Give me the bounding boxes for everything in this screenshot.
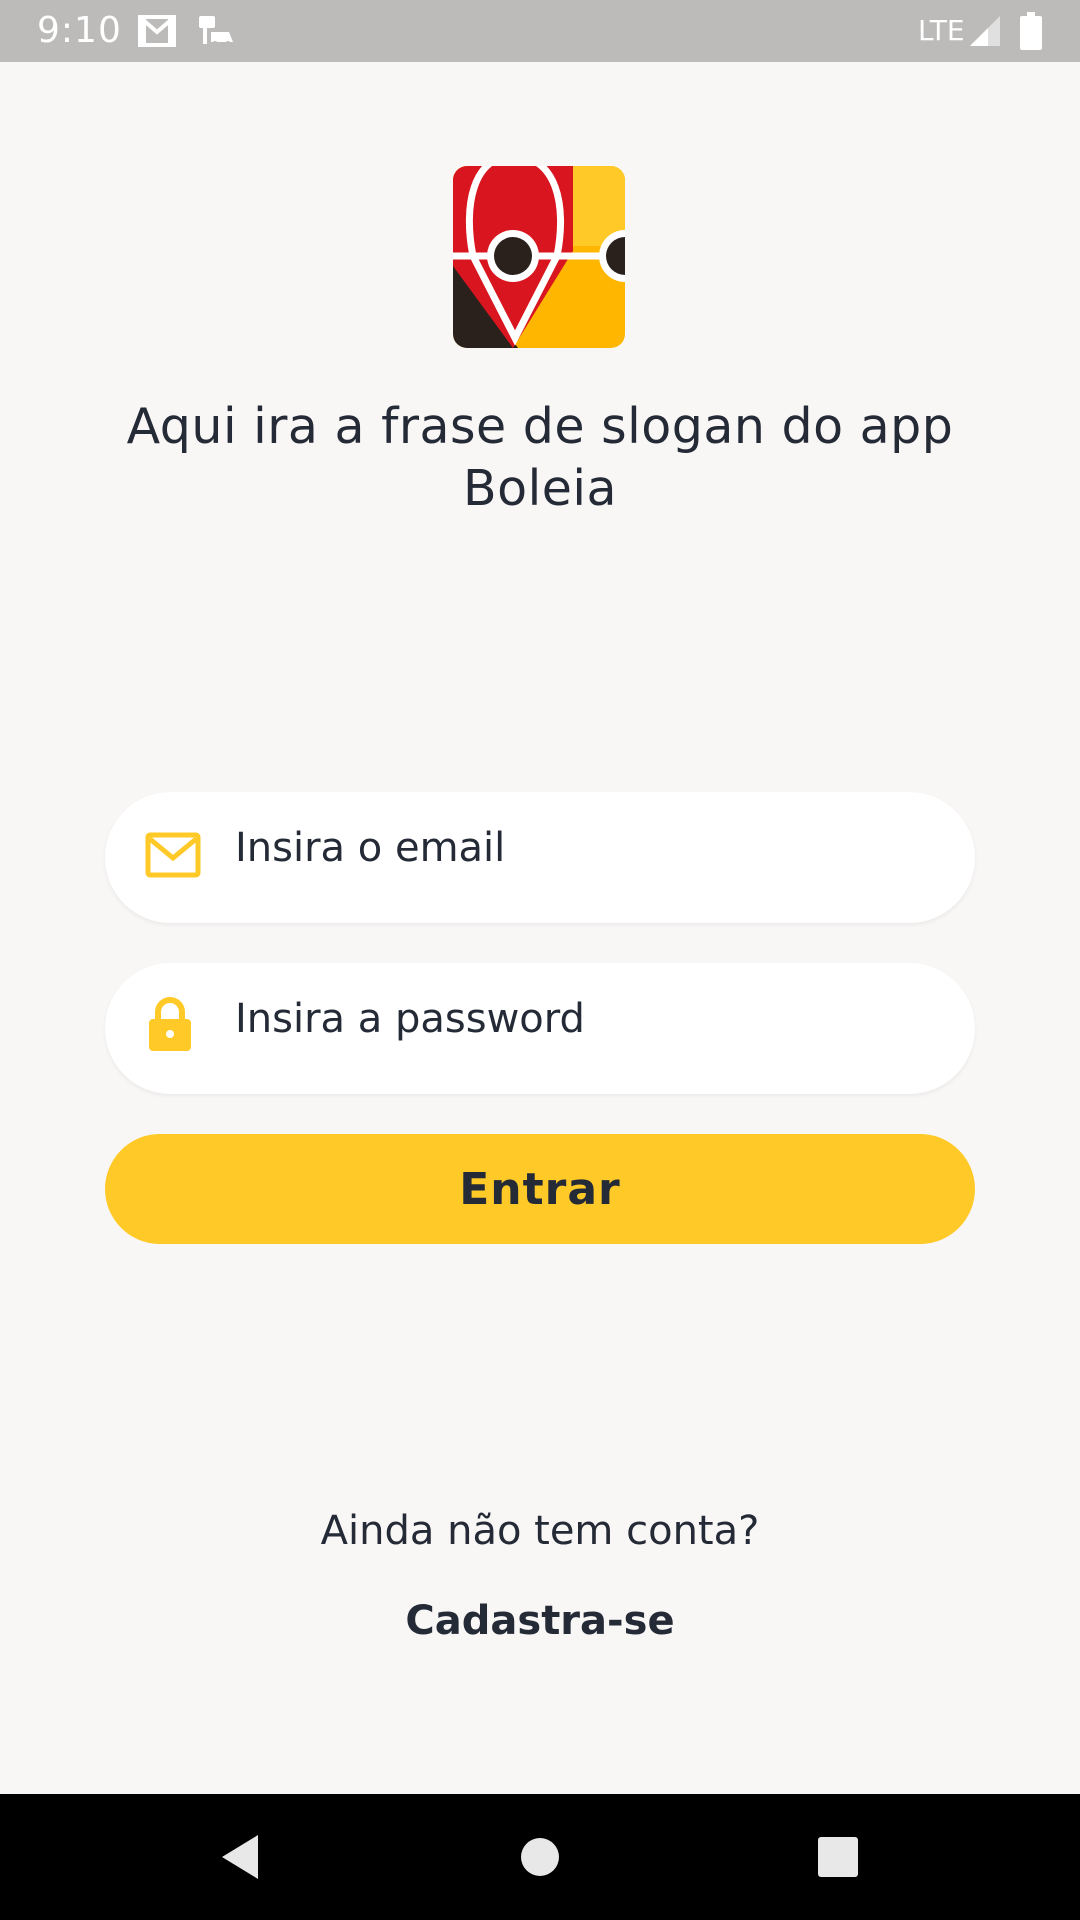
email-input[interactable] — [235, 792, 935, 923]
navigation-bar — [0, 1794, 1080, 1920]
status-bar: 9:10 LTE — [0, 0, 1080, 62]
recents-icon[interactable] — [808, 1827, 868, 1887]
email-field-container[interactable] — [105, 792, 975, 923]
signup-link[interactable]: Cadastra-se — [0, 1598, 1080, 1644]
home-icon[interactable] — [510, 1827, 570, 1887]
status-time: 9:10 — [37, 10, 122, 51]
lock-icon — [145, 997, 205, 1057]
password-input[interactable] — [235, 963, 935, 1094]
app-logo — [453, 166, 625, 348]
password-field-container[interactable] — [105, 963, 975, 1094]
app-slogan: Aqui ira a frase de slogan do app Boleia — [126, 398, 954, 517]
car-notification-icon — [197, 14, 235, 52]
back-icon[interactable] — [212, 1827, 272, 1887]
login-button[interactable]: Entrar — [105, 1134, 975, 1244]
signal-icon — [968, 14, 1002, 52]
gmail-icon — [137, 14, 177, 52]
email-icon — [145, 832, 205, 892]
network-type: LTE — [918, 14, 965, 47]
battery-icon — [1020, 12, 1042, 54]
signup-prompt: Ainda não tem conta? — [320, 1508, 760, 1554]
